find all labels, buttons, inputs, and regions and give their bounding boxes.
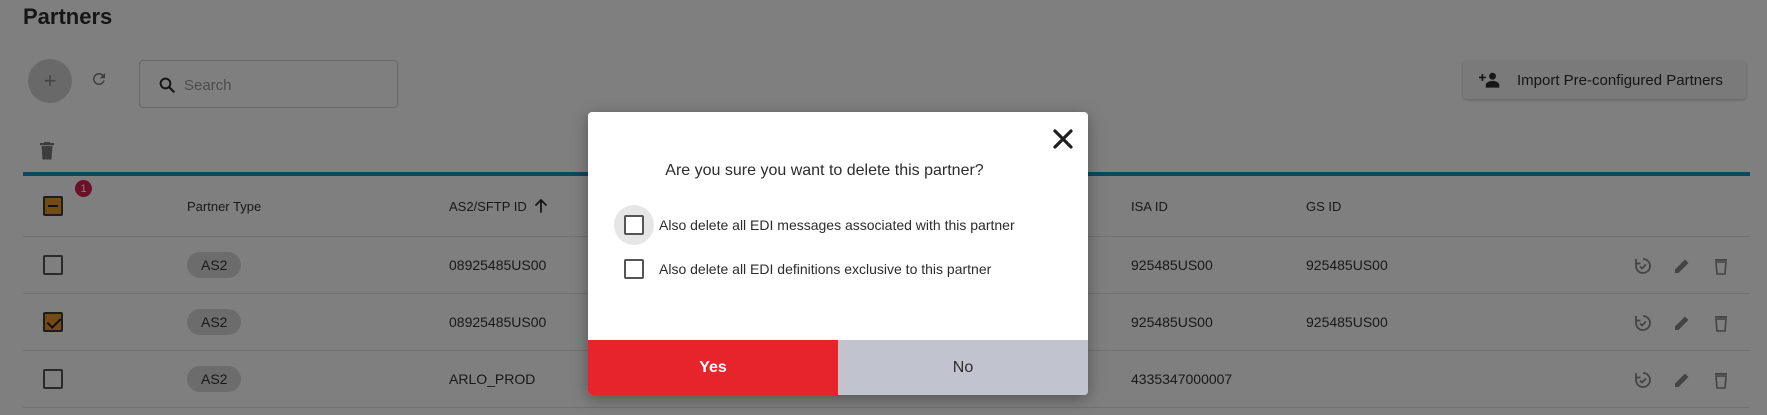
delete-messages-checkbox[interactable]	[624, 215, 644, 235]
delete-messages-option[interactable]: Also delete all EDI messages associated …	[614, 205, 1015, 245]
delete-definitions-label: Also delete all EDI definitions exclusiv…	[659, 261, 992, 277]
delete-definitions-checkbox[interactable]	[624, 259, 644, 279]
close-icon[interactable]	[1050, 126, 1076, 152]
yes-button[interactable]: Yes	[588, 340, 838, 395]
no-button[interactable]: No	[838, 340, 1088, 395]
delete-confirm-question: Are you sure you want to delete this par…	[665, 162, 984, 179]
delete-partner-dialog: Are you sure you want to delete this par…	[588, 112, 1088, 395]
delete-definitions-option[interactable]: Also delete all EDI definitions exclusiv…	[624, 259, 991, 279]
delete-messages-label: Also delete all EDI messages associated …	[659, 217, 1015, 233]
